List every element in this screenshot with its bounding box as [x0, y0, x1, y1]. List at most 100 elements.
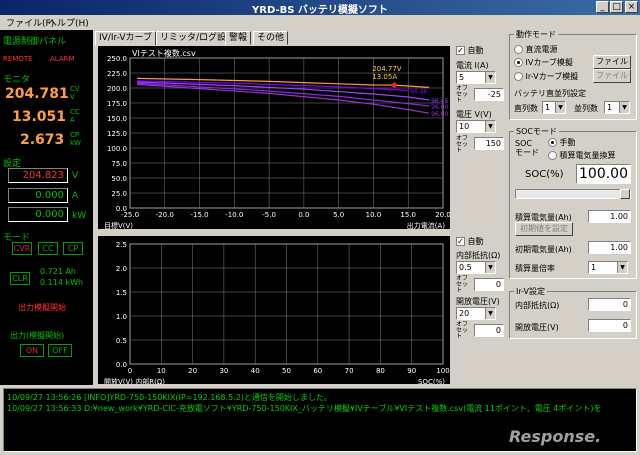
x-tick-label: 20: [188, 367, 197, 375]
chevron-down-icon: ▼: [485, 121, 495, 132]
soc-mode-label: SOC モード: [515, 139, 539, 157]
acc-charge-input[interactable]: 1.00: [588, 210, 631, 223]
soc-mode-title: SOCモード: [514, 126, 559, 137]
dc-source-option[interactable]: 直流電源: [514, 44, 558, 55]
series-count-select[interactable]: 1 ▼: [542, 101, 566, 114]
voltage-mode: CV: [70, 85, 80, 93]
x-tick-label: 50: [282, 367, 291, 375]
menu-bar: ファイル(F) ヘルプ(H): [0, 15, 640, 29]
y-axis-label: 開放V(V) 内部R(Ω): [104, 377, 165, 384]
mode-cp-button[interactable]: CP: [63, 242, 83, 255]
dc-source-radio[interactable]: [514, 45, 523, 54]
voltage-unit: V: [70, 93, 75, 101]
series-point-label: 96.00: [431, 104, 448, 111]
auto1-label: 自動: [467, 46, 484, 55]
log-line: 10/09/27 13:56:26 [INFO]YRD-750-150KIX(I…: [7, 393, 332, 402]
close-button[interactable]: ×: [625, 1, 638, 13]
resistance-scale-value: 0.5: [459, 263, 472, 272]
cursor-point: [391, 82, 397, 88]
openv-offset-input[interactable]: 0: [474, 324, 504, 337]
set-voltage-display[interactable]: 204.823: [8, 168, 68, 183]
maximize-button[interactable]: □: [610, 1, 623, 13]
irv-curve-option[interactable]: Ir-Vカーブ模擬: [514, 71, 578, 82]
current-scale-select[interactable]: 5 ▼: [456, 71, 496, 84]
voltage-scale-select[interactable]: 10 ▼: [456, 120, 496, 133]
voltage-scale-label: 電圧 V(V): [456, 110, 492, 119]
mode-cvr-button[interactable]: CVR: [12, 242, 32, 255]
tab-other[interactable]: その他: [253, 31, 289, 45]
power-mode: CP: [70, 131, 80, 139]
x-tick-label: 15.0: [400, 211, 416, 219]
set-power-unit: kW: [72, 211, 87, 221]
y-tick-label: 200.0: [107, 85, 127, 93]
resistance-offset-input[interactable]: 0: [474, 278, 504, 291]
clear-button[interactable]: CLR: [10, 272, 30, 285]
off-button[interactable]: OFF: [48, 344, 72, 357]
irv-file-button[interactable]: ファイル: [593, 69, 631, 83]
on-button[interactable]: ON: [20, 344, 44, 357]
soc-svg: 0 10 20 30 40 50 60 70 80 90 100 0.0 0.5 1.0 1.5 2.0 2.5…: [104, 241, 450, 386]
menu-help[interactable]: ヘルプ(H): [48, 16, 89, 29]
accumulate-radio[interactable]: [548, 151, 557, 160]
auto1-checkbox[interactable]: ✓: [456, 46, 465, 55]
iv-file-button[interactable]: ファイル: [593, 55, 631, 69]
voltage-offset-label: オフセット: [456, 135, 469, 154]
acc-mult-select[interactable]: 1 ▼: [588, 261, 628, 274]
iv-curve-chart: -25.0 -20.0 -15.0 -10.0 -5.0 0.0 5.0 10.0 15.0 20…: [98, 46, 451, 230]
minimize-button[interactable]: _: [596, 1, 609, 13]
init-set-button[interactable]: 初期値を設定: [515, 222, 573, 236]
series-point-label: 96.00: [431, 111, 448, 118]
tab-iv-curve[interactable]: IV/Ir-Vカーブ: [95, 31, 156, 45]
soc-value-input[interactable]: 100.00: [576, 164, 631, 184]
int-res-label: 内部抵抗(Ω): [515, 301, 560, 310]
auto2-checkbox[interactable]: ✓: [456, 237, 465, 246]
chevron-down-icon: ▼: [555, 102, 565, 113]
chevron-down-icon: ▼: [485, 308, 495, 319]
init-charge-input[interactable]: 1.00: [588, 241, 631, 254]
parallel-count-select[interactable]: 1 ▼: [604, 101, 630, 114]
x-tick-label: 40: [251, 367, 260, 375]
x-tick-label: 20.0: [435, 211, 450, 219]
alarm-indicator: ALARM: [50, 55, 75, 63]
manual-label: 手動: [559, 138, 576, 147]
y-tick-label: 0.0: [116, 205, 127, 213]
menu-file[interactable]: ファイル(F): [6, 16, 54, 29]
monitor-current: 13.051: [12, 109, 67, 125]
x-tick-label: -20.0: [156, 211, 174, 219]
x-tick-label: 30: [219, 367, 228, 375]
resistance-scale-select[interactable]: 0.5 ▼: [456, 261, 496, 274]
current-offset-input[interactable]: -25: [474, 88, 504, 101]
init-charge-label: 初期電気量(Ah): [515, 245, 572, 254]
set-power-display[interactable]: 0.000: [8, 207, 68, 222]
soc-slider[interactable]: [515, 189, 631, 199]
x-tick-label: 5.0: [333, 211, 344, 219]
resistance-scale-label: 内部抵抗(Ω): [456, 251, 501, 260]
soc-value-label: SOC(%): [525, 169, 564, 180]
chevron-down-icon: ▼: [485, 72, 495, 83]
iv-curve-radio[interactable]: [514, 58, 523, 67]
openv-scale-select[interactable]: 20 ▼: [456, 307, 496, 320]
int-res-input[interactable]: 0: [588, 298, 631, 311]
set-current-display[interactable]: 0.000: [8, 188, 68, 203]
manual-option[interactable]: 手動: [548, 137, 576, 148]
y-tick-label: 0.5: [116, 337, 127, 345]
soc-slider-thumb[interactable]: [620, 189, 630, 199]
open-v-input[interactable]: 0: [588, 319, 631, 332]
power-unit: kW: [70, 139, 81, 147]
series-count-label: 直列数: [514, 104, 538, 113]
y-tick-label: 150.0: [107, 115, 127, 123]
openv-scale-label: 開放電圧(V): [456, 297, 500, 306]
tab-alarm[interactable]: 警報: [225, 31, 252, 45]
chart-title: VIテスト複数.csv: [132, 48, 196, 58]
irv-curve-radio[interactable]: [514, 72, 523, 81]
cursor-current-label: 13.05A: [372, 73, 397, 81]
voltage-offset-input[interactable]: 150: [474, 137, 504, 150]
x-tick-label: -5.0: [262, 211, 276, 219]
accumulate-option[interactable]: 積算電気量換算: [548, 150, 616, 161]
manual-radio[interactable]: [548, 138, 557, 147]
operation-mode-title: 動作モード: [514, 29, 558, 40]
current-mode: CC: [70, 108, 80, 116]
mode-cc-button[interactable]: CC: [38, 242, 58, 255]
x-axis-label: 出力電流(A): [407, 221, 446, 229]
iv-curve-option[interactable]: IVカーブ模擬: [514, 57, 573, 68]
